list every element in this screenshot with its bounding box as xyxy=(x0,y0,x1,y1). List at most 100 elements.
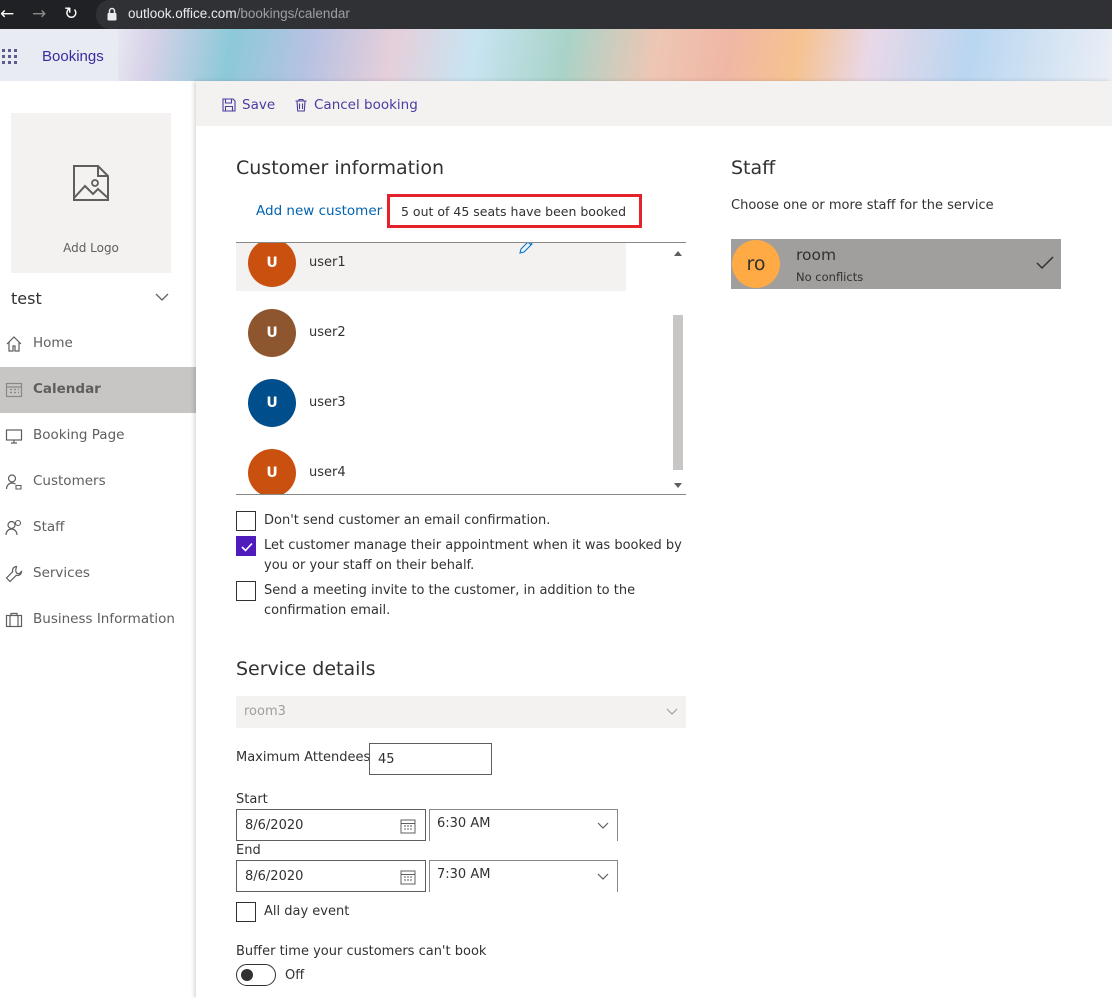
monitor-icon xyxy=(5,429,23,444)
save-icon xyxy=(222,98,236,112)
customer-name: user3 xyxy=(309,395,346,410)
staff-name: room xyxy=(796,246,837,264)
app-header: Bookings xyxy=(0,29,1112,81)
chevron-down-icon[interactable] xyxy=(155,293,169,301)
chevron-down-icon xyxy=(597,822,609,829)
all-day-event-label: All day event xyxy=(264,904,350,919)
seats-booked-text: 5 out of 45 seats have been booked xyxy=(401,204,627,219)
sidebar-item-label: Customers xyxy=(33,473,106,489)
forward-arrow-icon[interactable]: → xyxy=(32,4,46,24)
command-bar: Save Cancel booking xyxy=(196,81,1112,126)
end-time-value: 7:30 AM xyxy=(437,867,491,882)
service-details-title: Service details xyxy=(236,658,376,680)
trash-icon xyxy=(295,98,307,112)
staff-status: No conflicts xyxy=(796,270,864,284)
back-arrow-icon[interactable]: ← xyxy=(0,4,14,24)
image-icon xyxy=(73,165,109,201)
start-time-value: 6:30 AM xyxy=(437,816,491,831)
buffer-time-state: Off xyxy=(285,968,305,983)
start-label: Start xyxy=(236,792,268,807)
sidebar-item-label: Calendar xyxy=(33,381,101,397)
lock-icon xyxy=(107,7,117,21)
avatar: ro xyxy=(732,240,780,288)
customer-name: user1 xyxy=(309,255,346,270)
chevron-down-icon xyxy=(597,873,609,880)
sidebar-item-label: Staff xyxy=(33,519,65,535)
add-logo-button[interactable]: Add Logo xyxy=(11,113,171,273)
staff-title: Staff xyxy=(731,157,776,179)
reload-icon[interactable]: ↻ xyxy=(64,4,78,24)
booking-panel: Save Cancel booking Customer information… xyxy=(196,81,1112,998)
add-logo-label: Add Logo xyxy=(63,241,119,255)
business-name[interactable]: test xyxy=(11,289,42,308)
sidebar-item-customers[interactable]: Customers xyxy=(0,459,196,505)
no-email-confirmation-checkbox[interactable] xyxy=(236,511,256,531)
scroll-down-arrow-icon[interactable] xyxy=(674,483,682,488)
staff-item-room[interactable]: ro room No conflicts xyxy=(731,239,1061,289)
customer-list-scrollbar[interactable] xyxy=(670,243,686,494)
list-item[interactable]: U user1 xyxy=(236,242,626,291)
checkmark-icon xyxy=(241,542,253,552)
customers-icon xyxy=(5,474,22,490)
sidebar-item-booking-page[interactable]: Booking Page xyxy=(0,413,196,459)
customer-manage-appointment-checkbox[interactable] xyxy=(236,536,256,556)
edit-icon[interactable] xyxy=(518,242,534,255)
sidebar-item-calendar[interactable]: Calendar xyxy=(0,367,196,413)
calendar-icon[interactable] xyxy=(400,869,416,885)
send-meeting-invite-checkbox[interactable] xyxy=(236,581,256,601)
avatar: U xyxy=(248,309,296,357)
save-label: Save xyxy=(242,97,276,113)
buffer-time-toggle[interactable] xyxy=(236,964,276,986)
add-new-customer-link[interactable]: Add new customer xyxy=(256,203,382,219)
scrollbar-thumb[interactable] xyxy=(673,315,683,470)
start-time-select[interactable]: 6:30 AM xyxy=(429,809,618,841)
avatar: U xyxy=(248,243,296,287)
url-text[interactable]: outlook.office.com/bookings/calendar xyxy=(128,6,350,21)
start-date-input[interactable]: 8/6/2020 xyxy=(236,809,426,841)
sidebar-item-label: Business Information xyxy=(33,611,175,627)
save-button[interactable]: Save xyxy=(222,97,275,113)
list-item[interactable]: U user3 xyxy=(236,375,626,431)
maximum-attendees-input[interactable]: 45 xyxy=(369,743,492,775)
customer-name: user2 xyxy=(309,325,346,340)
buffer-time-label: Buffer time your customers can't book xyxy=(236,944,487,959)
app-launcher-icon[interactable] xyxy=(2,49,17,64)
list-item[interactable]: U user2 xyxy=(236,305,626,361)
end-label: End xyxy=(236,843,261,858)
sidebar-item-label: Booking Page xyxy=(33,427,125,443)
avatar: U xyxy=(248,379,296,427)
checkmark-icon xyxy=(1036,256,1054,270)
customer-list: U user1 U user2 U user3 U user4 xyxy=(236,242,686,495)
url-host: outlook.office.com xyxy=(128,6,237,21)
customer-manage-appointment-label: Let customer manage their appointment wh… xyxy=(264,538,682,573)
url-path: /bookings/calendar xyxy=(236,6,350,21)
no-email-confirmation-label: Don't send customer an email confirmatio… xyxy=(264,513,551,528)
scroll-up-arrow-icon[interactable] xyxy=(674,251,682,256)
browser-toolbar: ← → ↻ outlook.office.com/bookings/calend… xyxy=(0,0,1112,29)
staff-icon xyxy=(5,519,22,536)
send-meeting-invite-label: Send a meeting invite to the customer, i… xyxy=(264,583,636,618)
end-time-select[interactable]: 7:30 AM xyxy=(429,860,618,892)
app-title[interactable]: Bookings xyxy=(42,48,104,65)
sidebar-item-home[interactable]: Home xyxy=(0,321,196,367)
end-date-input[interactable]: 8/6/2020 xyxy=(236,860,426,892)
service-select-value: room3 xyxy=(244,704,286,719)
briefcase-icon xyxy=(5,612,23,628)
sidebar-item-services[interactable]: Services xyxy=(0,551,196,597)
sidebar-item-business-information[interactable]: Business Information xyxy=(0,597,196,643)
toggle-knob xyxy=(241,969,253,981)
staff-description: Choose one or more staff for the service xyxy=(731,198,994,213)
home-icon xyxy=(6,336,22,352)
calendar-icon[interactable] xyxy=(400,818,416,834)
cancel-booking-button[interactable]: Cancel booking xyxy=(294,97,418,113)
start-date-value: 8/6/2020 xyxy=(245,818,304,833)
cancel-booking-label: Cancel booking xyxy=(314,97,418,113)
maximum-attendees-value: 45 xyxy=(378,752,395,767)
chevron-down-icon xyxy=(666,708,678,715)
sidebar-item-staff[interactable]: Staff xyxy=(0,505,196,551)
seats-booked-notice: 5 out of 45 seats have been booked xyxy=(387,194,642,228)
all-day-event-checkbox[interactable] xyxy=(236,902,256,922)
avatar: U xyxy=(248,449,296,494)
service-select[interactable]: room3 xyxy=(236,696,686,728)
list-item[interactable]: U user4 xyxy=(236,445,626,494)
